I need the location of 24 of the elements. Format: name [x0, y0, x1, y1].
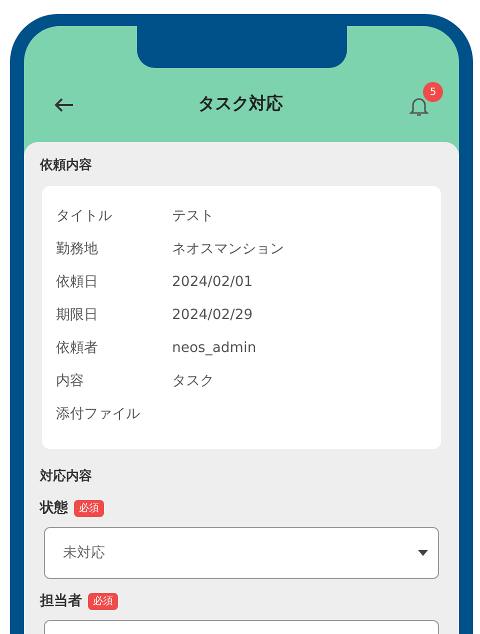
info-value: 2024/02/01 — [172, 272, 253, 292]
info-value: タスク — [172, 372, 214, 390]
info-label: 添付ファイル — [56, 404, 141, 424]
required-badge: 必須 — [88, 593, 118, 610]
info-value: 2024/02/29 — [172, 306, 253, 324]
required-badge: 必須 — [74, 500, 104, 517]
info-label: 内容 — [56, 372, 85, 390]
select-field[interactable]: 未対応 — [44, 527, 439, 579]
section-heading: 依頼内容 — [40, 156, 93, 175]
dropdown-caret-icon — [418, 550, 428, 556]
info-value: テスト — [172, 206, 214, 226]
field-label: 担当者 — [40, 592, 82, 611]
back-arrow-icon[interactable] — [54, 98, 74, 112]
info-value: neos_admin — [172, 338, 256, 358]
info-label: 勤務地 — [56, 240, 99, 258]
page-title: タスク対応 — [198, 93, 283, 116]
info-label: 依頼日 — [56, 272, 99, 292]
section-heading: 対応内容 — [40, 468, 93, 486]
field-label: 状態 — [40, 499, 68, 518]
info-label: 期限日 — [56, 306, 99, 324]
info-label: 依頼者 — [56, 338, 99, 358]
notification-badge: 5 — [423, 82, 443, 102]
info-label: タイトル — [56, 206, 113, 226]
info-value: ネオスマンション — [172, 240, 284, 258]
